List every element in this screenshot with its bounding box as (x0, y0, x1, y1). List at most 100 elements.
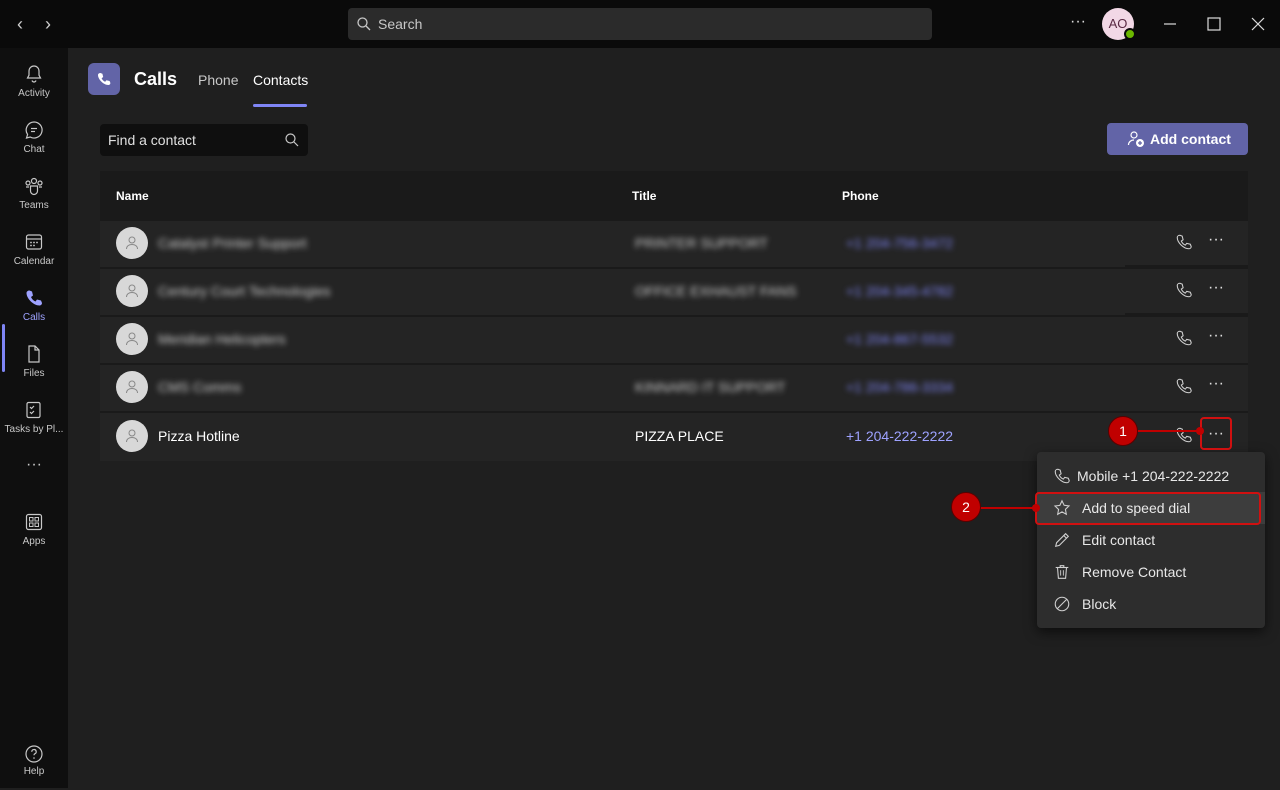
search-icon[interactable] (284, 132, 300, 148)
file-icon (28, 345, 40, 363)
contact-phone[interactable]: +1 204-867-5532 (846, 331, 953, 347)
column-header-phone[interactable]: Phone (842, 189, 879, 203)
rail-item-teams[interactable]: Teams (0, 166, 68, 220)
menu-item-label: Remove Contact (1082, 564, 1187, 580)
active-tab-indicator (253, 104, 307, 107)
phone-icon (26, 290, 42, 306)
rail-label: Files (23, 368, 45, 379)
contact-context-menu: Mobile +1 204-222-2222 Add to speed dial… (1037, 452, 1265, 628)
contact-name: Century Court Technologies (158, 283, 331, 299)
add-contact-label: Add contact (1150, 131, 1231, 147)
phone-icon (98, 73, 111, 85)
call-icon[interactable] (1175, 281, 1193, 299)
menu-item-mobile[interactable]: Mobile +1 204-222-2222 (1037, 460, 1265, 492)
person-icon (126, 284, 138, 298)
menu-item-edit-contact[interactable]: Edit contact (1037, 524, 1265, 556)
rail-item-help[interactable]: Help (0, 740, 68, 790)
call-icon[interactable] (1175, 329, 1193, 347)
tab-contacts[interactable]: Contacts (253, 72, 308, 88)
table-header: Name Title Phone (100, 171, 1248, 219)
person-icon (126, 332, 138, 346)
contact-phone[interactable]: +1 204-756-3472 (846, 235, 953, 251)
page-title: Calls (134, 69, 178, 89)
add-contact-button[interactable]: Add contact (1107, 123, 1248, 155)
contact-avatar (116, 275, 148, 307)
contact-phone[interactable]: +1 204-786-3334 (846, 379, 953, 395)
contacts-table: Name Title Phone Catalyst Printer Suppor… (100, 171, 1248, 461)
table-row[interactable]: Catalyst Printer Support PRINTER SUPPORT… (100, 219, 1248, 267)
calls-app-icon (88, 63, 120, 95)
rail-label: Tasks by Pl... (4, 424, 64, 435)
search-icon (357, 17, 371, 31)
more-options-icon[interactable]: ··· (1206, 375, 1226, 395)
rail-label: Teams (19, 200, 49, 211)
rail-item-files[interactable]: Files (0, 334, 68, 388)
menu-item-block[interactable]: Block (1037, 588, 1265, 620)
row-divider (100, 219, 1248, 221)
callout-1: 1 (1108, 416, 1138, 446)
highlight-more-options (1200, 417, 1232, 450)
callout-2: 2 (951, 492, 981, 522)
table-row[interactable]: Meridian Helicopters +1 204-867-5532 ··· (100, 315, 1248, 363)
tab-phone[interactable]: Phone (198, 72, 238, 88)
call-icon[interactable] (1175, 233, 1193, 251)
more-dots-icon: ··· (26, 456, 42, 473)
more-options-icon[interactable]: ··· (1206, 327, 1226, 347)
person-icon (126, 429, 138, 443)
row-divider (100, 411, 1248, 413)
contact-title: KINNARD IT SUPPORT (635, 379, 786, 395)
back-arrow-icon[interactable]: ‹ (10, 14, 30, 34)
rail-more-apps[interactable]: ··· (0, 448, 68, 488)
row-divider (100, 315, 1248, 317)
rail-label: Calendar (13, 256, 55, 267)
rail-item-calls[interactable]: Calls (0, 278, 68, 332)
person-icon (126, 236, 138, 250)
rail-item-apps[interactable]: Apps (0, 502, 68, 556)
callout-dot-1 (1196, 427, 1204, 435)
contact-avatar (116, 420, 148, 452)
callout-line-2 (980, 507, 1038, 509)
add-person-icon (1127, 131, 1144, 147)
bell-icon (26, 65, 42, 83)
presence-available-icon (1124, 28, 1136, 40)
column-header-title[interactable]: Title (632, 189, 656, 203)
rail-item-chat[interactable]: Chat (0, 110, 68, 164)
column-header-name[interactable]: Name (116, 189, 149, 203)
callout-line-1 (1138, 430, 1200, 432)
contact-name: CMS Comms (158, 379, 242, 395)
rail-label: Activity (18, 88, 50, 99)
callout-dot-2 (1032, 504, 1040, 512)
rail-item-activity[interactable]: Activity (0, 54, 68, 108)
table-row[interactable]: Century Court Technologies OFFICE EXHAUS… (100, 267, 1248, 315)
close-icon[interactable] (1248, 14, 1268, 34)
maximize-icon[interactable] (1204, 14, 1224, 34)
rail-label: Calls (22, 312, 46, 323)
block-icon (1054, 596, 1070, 612)
more-options-icon[interactable]: ··· (1206, 231, 1226, 251)
contact-title: OFFICE EXHAUST FANS (635, 283, 797, 299)
search-box[interactable]: Search (348, 8, 932, 40)
contact-avatar (116, 371, 148, 403)
contact-title: PIZZA PLACE (635, 428, 724, 444)
more-options-icon[interactable]: ··· (1206, 279, 1226, 299)
contact-name: Meridian Helicopters (158, 331, 286, 347)
main-content: Calls Phone Contacts Find a contact Add … (68, 48, 1280, 788)
rail-item-tasks[interactable]: Tasks by Pl... (0, 390, 68, 444)
contact-phone[interactable]: +1 204-345-4782 (846, 283, 953, 299)
forward-arrow-icon[interactable]: › (38, 14, 58, 34)
minimize-icon[interactable] (1160, 14, 1180, 34)
search-placeholder: Search (378, 16, 423, 32)
table-row[interactable]: CMS Comms KINNARD IT SUPPORT +1 204-786-… (100, 363, 1248, 411)
rail-item-calendar[interactable]: Calendar (0, 222, 68, 276)
call-icon[interactable] (1175, 377, 1193, 395)
rail-label: Chat (23, 144, 45, 155)
find-contact-input[interactable]: Find a contact (100, 124, 308, 156)
more-options-icon[interactable]: ··· (1066, 12, 1090, 36)
title-bar: ‹ › Search ··· AO (0, 0, 1280, 48)
menu-item-remove-contact[interactable]: Remove Contact (1037, 556, 1265, 588)
pencil-icon (1054, 532, 1070, 548)
contact-title: PRINTER SUPPORT (635, 235, 768, 251)
contact-phone[interactable]: +1 204-222-2222 (846, 428, 953, 444)
call-icon[interactable] (1175, 426, 1193, 444)
chat-icon (25, 121, 43, 139)
